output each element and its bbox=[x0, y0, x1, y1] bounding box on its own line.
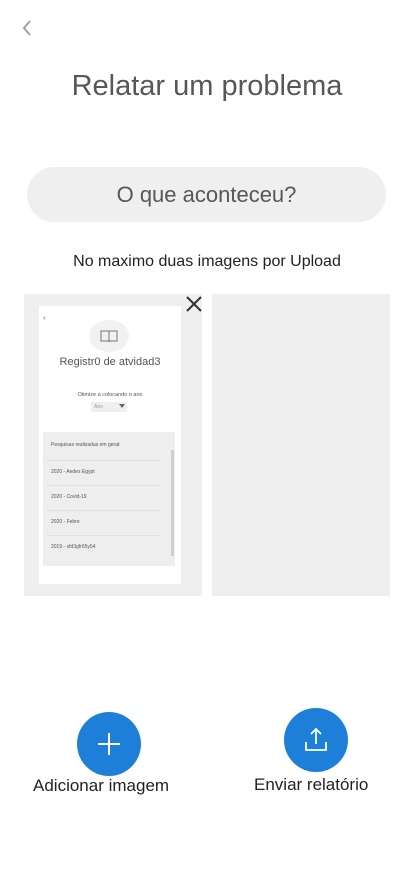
add-image-label[interactable]: Adicionar imagem bbox=[33, 776, 169, 796]
page-title: Relatar um problema bbox=[71, 70, 343, 102]
preview-filter-label: Otimize a colocando o ano bbox=[77, 392, 143, 398]
upload-icon bbox=[305, 727, 327, 751]
image-slot-2[interactable] bbox=[212, 294, 390, 596]
uploaded-image-preview: ‹ Registr0 de atvidad3 Otimize a colocan… bbox=[39, 306, 181, 584]
preview-year-select: Ano bbox=[91, 402, 127, 412]
preview-list: Pesquisas realizadas em geral: 2020 - Ae… bbox=[43, 432, 175, 566]
send-report-label[interactable]: Enviar relatório bbox=[254, 775, 368, 795]
close-icon bbox=[186, 296, 202, 312]
list-item: 2020 - Covid-19 bbox=[47, 485, 161, 510]
preview-list-header: Pesquisas realizadas em geral: bbox=[51, 442, 121, 448]
book-icon bbox=[89, 320, 129, 352]
list-item: 2019 - sfd3gfr65y54 bbox=[47, 535, 161, 560]
what-happened-button[interactable]: O que aconteceu? bbox=[27, 167, 386, 222]
back-button[interactable] bbox=[16, 16, 38, 40]
chevron-left-icon bbox=[22, 20, 31, 36]
add-image-button[interactable] bbox=[77, 712, 141, 776]
upload-hint: No maximo duas imagens por Upload bbox=[73, 253, 341, 270]
preview-year-placeholder: Ano bbox=[94, 404, 103, 410]
list-item: 2020 - Febre bbox=[47, 510, 161, 535]
preview-title: Registr0 de atvidad3 bbox=[59, 356, 161, 368]
list-item: 2020 - Aedes Egypt bbox=[47, 460, 161, 485]
preview-scrollbar bbox=[171, 450, 174, 556]
preview-back-icon: ‹ bbox=[43, 313, 46, 322]
send-report-button[interactable] bbox=[284, 708, 348, 772]
plus-icon bbox=[98, 733, 120, 755]
triangle-down-icon bbox=[119, 404, 125, 408]
remove-image-button[interactable] bbox=[184, 294, 204, 314]
